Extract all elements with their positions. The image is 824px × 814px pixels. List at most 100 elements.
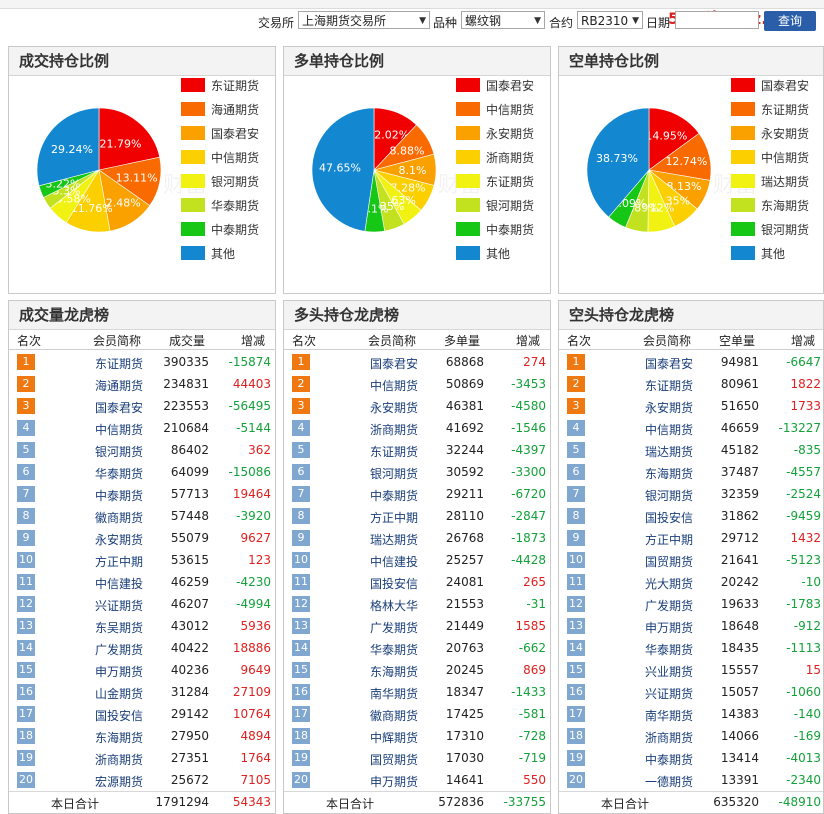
table-row: 4 浙商期货 41692 -1546 [284, 417, 550, 439]
member-link[interactable]: 浙商期货 [352, 421, 418, 438]
member-link[interactable]: 方正中期 [627, 531, 693, 548]
member-link[interactable]: 南华期货 [627, 707, 693, 724]
member-link[interactable]: 东证期货 [352, 443, 418, 460]
member-link[interactable]: 海通期货 [77, 377, 143, 394]
legend-swatch [181, 150, 205, 164]
member-link[interactable]: 兴业期货 [627, 663, 693, 680]
member-link[interactable]: 中信建投 [352, 553, 418, 570]
table-row: 5 东证期货 32244 -4397 [284, 439, 550, 461]
member-link[interactable]: 永安期货 [627, 399, 693, 416]
member-link[interactable]: 国泰君安 [627, 355, 693, 372]
member-link[interactable]: 申万期货 [77, 663, 143, 680]
query-button[interactable]: 查询 [764, 11, 816, 31]
member-link[interactable]: 格林大华 [352, 597, 418, 614]
rank-badge: 2 [292, 376, 310, 392]
volume-cell: 14066 [720, 729, 759, 743]
change-cell: 44403 [232, 377, 271, 391]
member-link[interactable]: 方正中期 [77, 553, 143, 570]
member-link[interactable]: 申万期货 [352, 773, 418, 790]
member-link[interactable]: 中信期货 [627, 421, 693, 438]
member-link[interactable]: 国投安信 [627, 509, 693, 526]
member-link[interactable]: 广发期货 [627, 597, 693, 614]
total-row: 本日合计 1791294 54343 [9, 791, 275, 812]
member-link[interactable]: 国泰君安 [77, 399, 143, 416]
member-link[interactable]: 国泰君安 [352, 355, 418, 372]
member-link[interactable]: 方正中期 [352, 509, 418, 526]
member-link[interactable]: 徽商期货 [352, 707, 418, 724]
member-link[interactable]: 中泰期货 [77, 487, 143, 504]
change-cell: 1733 [790, 399, 821, 413]
member-link[interactable]: 永安期货 [352, 399, 418, 416]
member-link[interactable]: 东海期货 [352, 663, 418, 680]
member-link[interactable]: 国贸期货 [352, 751, 418, 768]
table-row: 17 徽商期货 17425 -581 [284, 703, 550, 725]
member-link[interactable]: 中辉期货 [352, 729, 418, 746]
member-link[interactable]: 东吴期货 [77, 619, 143, 636]
member-link[interactable]: 浙商期货 [77, 751, 143, 768]
member-link[interactable]: 山金期货 [77, 685, 143, 702]
member-link[interactable]: 宏源期货 [77, 773, 143, 790]
product-select[interactable]: 螺纹钢 ▼ [461, 11, 545, 29]
member-link[interactable]: 一德期货 [627, 773, 693, 790]
member-link[interactable]: 光大期货 [627, 575, 693, 592]
exchange-select[interactable]: 上海期货交易所 ▼ [298, 11, 430, 29]
legend-swatch [181, 78, 205, 92]
date-input[interactable] [675, 11, 759, 29]
member-link[interactable]: 中信建投 [77, 575, 143, 592]
legend-label: 华泰期货 [211, 199, 260, 213]
member-link[interactable]: 瑞达期货 [352, 531, 418, 548]
member-link[interactable]: 申万期货 [627, 619, 693, 636]
member-link[interactable]: 广发期货 [77, 641, 143, 658]
member-link[interactable]: 东海期货 [627, 465, 693, 482]
legend-swatch [731, 222, 755, 236]
total-value: 1791294 [155, 795, 209, 809]
member-link[interactable]: 徽商期货 [77, 509, 143, 526]
change-cell: -4994 [236, 597, 271, 611]
member-link[interactable]: 国投安信 [352, 575, 418, 592]
member-link[interactable]: 银河期货 [627, 487, 693, 504]
rank-badge: 4 [567, 420, 585, 436]
contract-select[interactable]: RB2310 ▼ [577, 11, 643, 29]
member-link[interactable]: 华泰期货 [352, 641, 418, 658]
panel-title: 多头持仓龙虎榜 [284, 301, 550, 330]
volume-cell: 64099 [170, 465, 209, 479]
member-link[interactable]: 国投安信 [77, 707, 143, 724]
table-row: 3 国泰君安 223553 -56495 [9, 395, 275, 417]
member-link[interactable]: 国贸期货 [627, 553, 693, 570]
member-link[interactable]: 瑞达期货 [627, 443, 693, 460]
member-link[interactable]: 华泰期货 [627, 641, 693, 658]
table-row: 19 中泰期货 13414 -4013 [559, 747, 823, 769]
member-link[interactable]: 兴证期货 [77, 597, 143, 614]
member-link[interactable]: 中泰期货 [627, 751, 693, 768]
volume-cell: 29142 [170, 707, 209, 721]
volume-cell: 28110 [445, 509, 484, 523]
member-link[interactable]: 银河期货 [77, 443, 143, 460]
volume-cell: 390335 [163, 355, 209, 369]
product-select-value: 螺纹钢 [465, 14, 502, 28]
rank-badge: 5 [17, 442, 35, 458]
member-link[interactable]: 中信期货 [352, 377, 418, 394]
member-link[interactable]: 东证期货 [77, 355, 143, 372]
member-link[interactable]: 永安期货 [77, 531, 143, 548]
member-link[interactable]: 东证期货 [627, 377, 693, 394]
member-link[interactable]: 中信期货 [77, 421, 143, 438]
member-link[interactable]: 兴证期货 [627, 685, 693, 702]
change-cell: -581 [518, 707, 546, 721]
table-row: 7 银河期货 32359 -2524 [559, 483, 823, 505]
member-link[interactable]: 中泰期货 [352, 487, 418, 504]
member-link[interactable]: 东海期货 [77, 729, 143, 746]
panel-title: 多单持仓比例 [284, 47, 550, 76]
legend-swatch [456, 126, 480, 140]
member-link[interactable]: 浙商期货 [627, 729, 693, 746]
change-cell: -9459 [786, 509, 821, 523]
member-link[interactable]: 广发期货 [352, 619, 418, 636]
change-cell: -56495 [228, 399, 271, 413]
rank-badge: 5 [567, 442, 585, 458]
member-link[interactable]: 银河期货 [352, 465, 418, 482]
table-row: 6 华泰期货 64099 -15086 [9, 461, 275, 483]
table-row: 17 南华期货 14383 -140 [559, 703, 823, 725]
member-link[interactable]: 华泰期货 [77, 465, 143, 482]
member-link[interactable]: 南华期货 [352, 685, 418, 702]
exchange-select-value: 上海期货交易所 [302, 14, 387, 28]
legend-label: 中信期货 [486, 103, 535, 117]
